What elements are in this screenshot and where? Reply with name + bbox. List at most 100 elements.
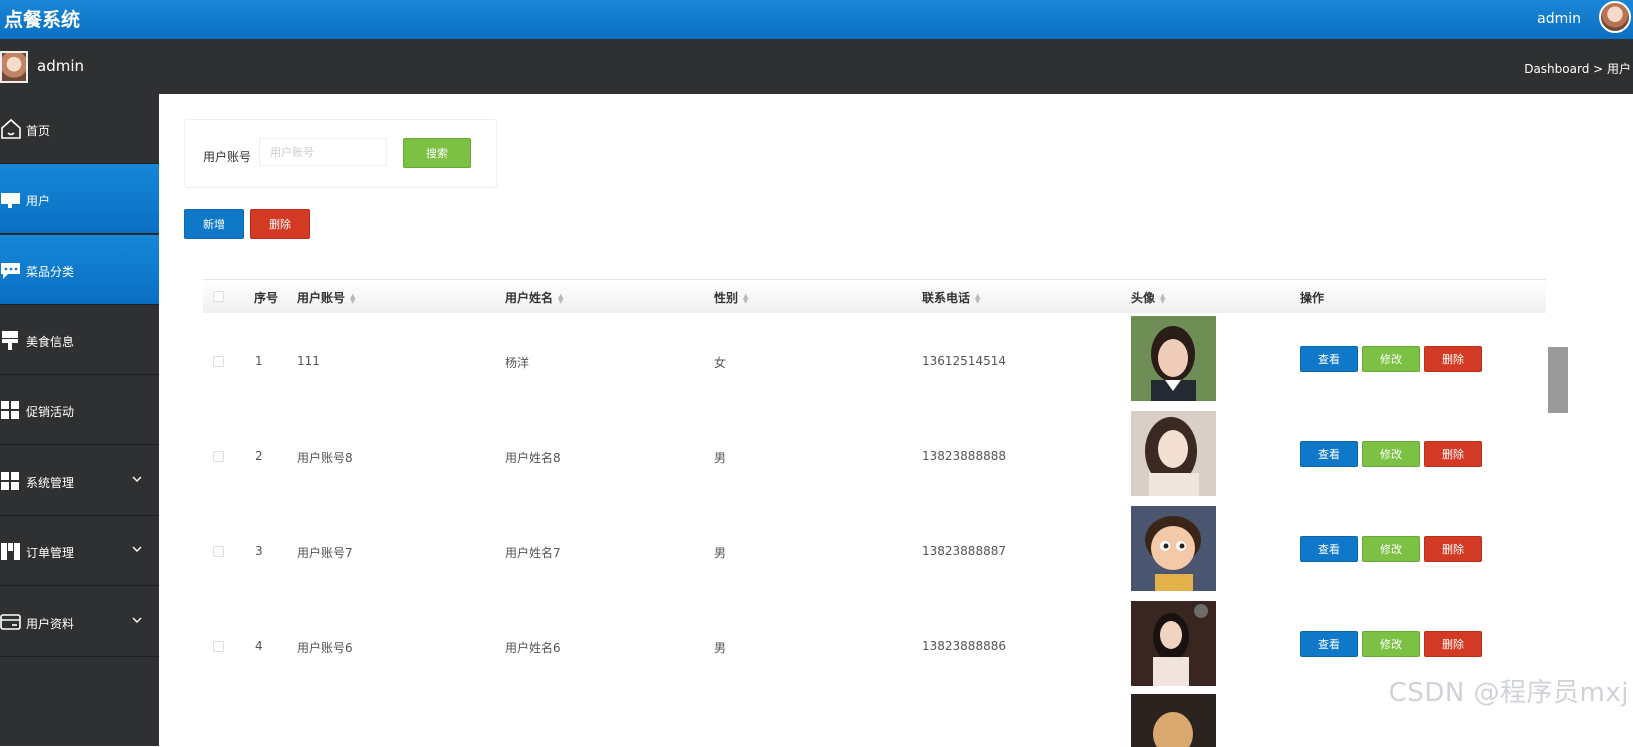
sort-icon[interactable]: ▲ ▼	[743, 292, 751, 304]
cell-gender: 女	[714, 356, 727, 370]
app-title: 点餐系统	[4, 9, 81, 31]
sort-icon[interactable]: ▲ ▼	[1160, 292, 1168, 304]
table-row: 1 111 杨洋 女 13612514514 查看 修改 删除	[203, 314, 1546, 409]
col-header-avatar[interactable]: 头像 ▲ ▼	[1131, 289, 1168, 306]
sort-icon[interactable]: ▲ ▼	[975, 292, 983, 304]
edit-button[interactable]: 修改	[1362, 631, 1420, 657]
sidebar-item-label: 用户资料	[26, 617, 75, 631]
chat-icon	[1, 263, 20, 279]
cell-no: 4	[255, 639, 263, 653]
cell-name: 杨洋	[505, 356, 530, 370]
card-icon	[0, 614, 21, 630]
top-header: 点餐系统 admin	[0, 0, 1633, 39]
avatar-photo	[1131, 694, 1216, 747]
user-table: 序号 用户账号 ▲ ▼ 用户姓名 ▲ ▼ 性别 ▲ ▼ 联系电话 ▲ ▼ 头像 ▲ ▼ 操作 1 1…	[203, 279, 1546, 747]
cell-no: 2	[255, 449, 263, 463]
delete-button[interactable]: 删除	[1424, 346, 1482, 372]
chevron-down-icon	[132, 476, 142, 482]
cell-gender: 男	[714, 546, 727, 560]
sidebar-username: admin	[37, 57, 84, 75]
home-icon	[1, 118, 21, 139]
sidebar-item-label: 系统管理	[26, 476, 75, 490]
avatar-photo	[1131, 601, 1216, 686]
row-checkbox[interactable]	[213, 356, 224, 367]
col-header-no: 序号	[254, 291, 279, 305]
avatar-photo	[1131, 506, 1216, 591]
sidebar-item-food-info[interactable]: 美食信息	[0, 305, 159, 375]
box-icon	[1, 543, 20, 560]
cell-name: 用户姓名8	[505, 451, 561, 465]
cell-name: 用户姓名7	[505, 546, 561, 560]
stamp-icon	[2, 331, 18, 350]
sidebar-item-label: 美食信息	[26, 335, 75, 349]
search-panel: 用户账号 搜索	[184, 119, 497, 188]
cell-account: 111	[297, 354, 320, 368]
table-row: 3 用户账号7 用户姓名7 男 13823888887 查看 修改 删除	[203, 504, 1546, 599]
view-button[interactable]: 查看	[1300, 346, 1358, 372]
avatar-photo	[1131, 316, 1216, 401]
user-bar: admin Dashboard > 用户	[0, 39, 1633, 94]
cell-phone: 13823888886	[922, 639, 1006, 653]
view-button[interactable]: 查看	[1300, 536, 1358, 562]
avatar-photo	[1131, 411, 1216, 496]
chevron-down-icon	[132, 617, 142, 623]
sidebar-item-users[interactable]: 用户	[0, 164, 159, 234]
sidebar-item-label: 菜品分类	[26, 265, 75, 279]
add-button[interactable]: 新增	[184, 209, 244, 239]
edit-button[interactable]: 修改	[1362, 346, 1420, 372]
sidebar-item-label: 首页	[26, 124, 51, 138]
header-username[interactable]: admin	[1537, 11, 1581, 27]
breadcrumb: Dashboard > 用户	[1524, 62, 1631, 76]
sidebar-avatar	[0, 51, 28, 83]
col-header-label: 联系电话	[922, 291, 971, 305]
delete-button[interactable]: 删除	[1424, 441, 1482, 467]
select-all-checkbox[interactable]	[213, 291, 224, 302]
sidebar-item-home[interactable]: 首页	[0, 94, 159, 164]
sidebar-item-promotions[interactable]: 促销活动	[0, 375, 159, 445]
watermark: CSDN @程序员mxj	[1388, 678, 1629, 708]
sidebar-item-user-profile[interactable]: 用户资料	[0, 587, 159, 657]
col-header-account[interactable]: 用户账号 ▲ ▼	[297, 289, 358, 306]
col-header-name[interactable]: 用户姓名 ▲ ▼	[505, 289, 566, 306]
cell-name: 用户姓名6	[505, 641, 561, 655]
col-header-label: 头像	[1131, 291, 1156, 305]
cell-account: 用户账号8	[297, 451, 353, 465]
col-header-label: 用户账号	[297, 291, 346, 305]
delete-button[interactable]: 删除	[1424, 631, 1482, 657]
batch-delete-button[interactable]: 删除	[250, 209, 310, 239]
col-header-gender[interactable]: 性别 ▲ ▼	[714, 289, 751, 306]
sidebar-item-label: 订单管理	[26, 546, 75, 560]
row-checkbox[interactable]	[213, 546, 224, 557]
monitor-icon	[1, 193, 20, 208]
search-button[interactable]: 搜索	[403, 138, 471, 168]
col-header-phone[interactable]: 联系电话 ▲ ▼	[922, 289, 983, 306]
search-label: 用户账号	[203, 150, 252, 164]
grid-icon	[1, 401, 19, 419]
scrollbar-thumb[interactable]	[1548, 347, 1568, 413]
table-row: 4 用户账号6 用户姓名6 男 13823888886 查看 修改 删除	[203, 599, 1546, 694]
cell-phone: 13823888887	[922, 544, 1006, 558]
sort-icon[interactable]: ▲ ▼	[558, 292, 566, 304]
search-input[interactable]	[259, 138, 387, 166]
table-header: 序号 用户账号 ▲ ▼ 用户姓名 ▲ ▼ 性别 ▲ ▼ 联系电话 ▲ ▼ 头像 ▲ ▼ 操作	[203, 280, 1546, 313]
grid-icon	[1, 472, 19, 490]
sidebar-item-system[interactable]: 系统管理	[0, 446, 159, 516]
view-button[interactable]: 查看	[1300, 631, 1358, 657]
cell-no: 3	[255, 544, 263, 558]
row-checkbox[interactable]	[213, 641, 224, 652]
sidebar-item-orders[interactable]: 订单管理	[0, 516, 159, 586]
sidebar-item-dish-category[interactable]: 菜品分类	[0, 235, 159, 305]
sort-icon[interactable]: ▲ ▼	[350, 292, 358, 304]
cell-no: 1	[255, 354, 263, 368]
col-header-actions: 操作	[1300, 291, 1325, 305]
delete-button[interactable]: 删除	[1424, 536, 1482, 562]
row-checkbox[interactable]	[213, 451, 224, 462]
cell-account: 用户账号6	[297, 641, 353, 655]
header-avatar[interactable]	[1599, 1, 1631, 33]
cell-gender: 男	[714, 641, 727, 655]
view-button[interactable]: 查看	[1300, 441, 1358, 467]
sidebar: 首页 用户 菜品分类 美食信息 促销活动 系统管理 订单管理 用户资料	[0, 94, 159, 746]
col-header-label: 性别	[714, 291, 739, 305]
edit-button[interactable]: 修改	[1362, 441, 1420, 467]
edit-button[interactable]: 修改	[1362, 536, 1420, 562]
